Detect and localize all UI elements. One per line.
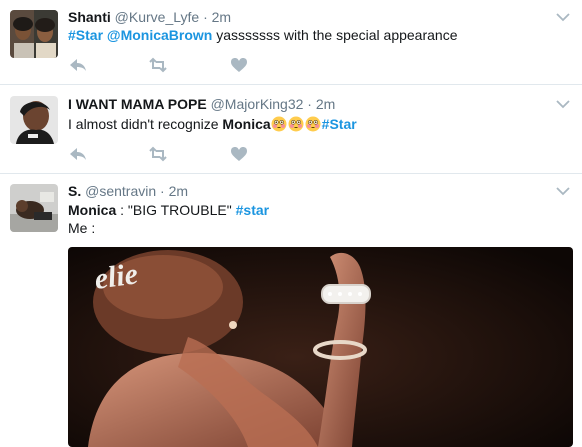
separator: · (307, 96, 312, 112)
tweet-text-body: : "BIG TROUBLE" (120, 202, 232, 218)
avatar[interactable] (10, 184, 58, 232)
timestamp[interactable]: 2m (212, 9, 231, 25)
display-name[interactable]: S. (68, 183, 81, 199)
tweet-actions (68, 56, 268, 74)
tweet-text: I almost didn't recognize Monica #Star (68, 115, 357, 134)
avatar[interactable] (10, 96, 58, 144)
tweet-text: #Star @MonicaBrown yasssssss with the sp… (68, 26, 457, 45)
tweet-media[interactable]: elie (68, 247, 573, 447)
tweet-header: Shanti @Kurve_Lyfe · 2m (68, 8, 231, 26)
media-caption: elie (92, 257, 139, 296)
tweet[interactable]: Shanti @Kurve_Lyfe · 2m #Star @MonicaBro… (0, 0, 582, 85)
timestamp[interactable]: 2m (316, 96, 335, 112)
bold-text: Monica (222, 116, 271, 132)
reply-icon[interactable] (68, 145, 88, 163)
retweet-icon[interactable] (148, 56, 168, 74)
tweet-text-line: Me : (68, 220, 96, 236)
flushed-face-emoji (271, 116, 287, 132)
username[interactable]: @Kurve_Lyfe (115, 9, 200, 25)
username[interactable]: @sentravin (85, 183, 156, 199)
flushed-face-emoji (305, 116, 321, 132)
timestamp[interactable]: 2m (169, 183, 188, 199)
display-name[interactable]: I WANT MAMA POPE (68, 96, 207, 112)
hashtag-link[interactable]: #Star (322, 116, 357, 132)
flushed-face-emoji (288, 116, 304, 132)
bold-text: Monica (68, 202, 117, 218)
tweet-header: I WANT MAMA POPE @MajorKing32 · 2m (68, 95, 335, 113)
mention-link[interactable]: @MonicaBrown (107, 27, 212, 43)
caret-down-icon[interactable] (556, 12, 570, 22)
hashtag-link[interactable]: #Star (68, 27, 103, 43)
username[interactable]: @MajorKing32 (211, 96, 304, 112)
avatar[interactable] (10, 10, 58, 58)
tweet-text-body: yasssssss with the special appearance (216, 27, 458, 43)
display-name[interactable]: Shanti (68, 9, 111, 25)
tweet-header: S. @sentravin · 2m (68, 182, 188, 200)
separator: · (203, 9, 208, 25)
reply-icon[interactable] (68, 56, 88, 74)
caret-down-icon[interactable] (556, 99, 570, 109)
like-icon[interactable] (229, 56, 249, 74)
retweet-icon[interactable] (148, 145, 168, 163)
tweet-text-body: I almost didn't recognize (68, 116, 219, 132)
separator: · (160, 183, 165, 199)
tweet-actions (68, 145, 268, 163)
hashtag-link[interactable]: #star (236, 202, 269, 218)
tweet-text: Monica : "BIG TROUBLE" #star (68, 201, 269, 220)
like-icon[interactable] (229, 145, 249, 163)
tweet[interactable]: I WANT MAMA POPE @MajorKing32 · 2m I alm… (0, 85, 582, 174)
caret-down-icon[interactable] (556, 186, 570, 196)
